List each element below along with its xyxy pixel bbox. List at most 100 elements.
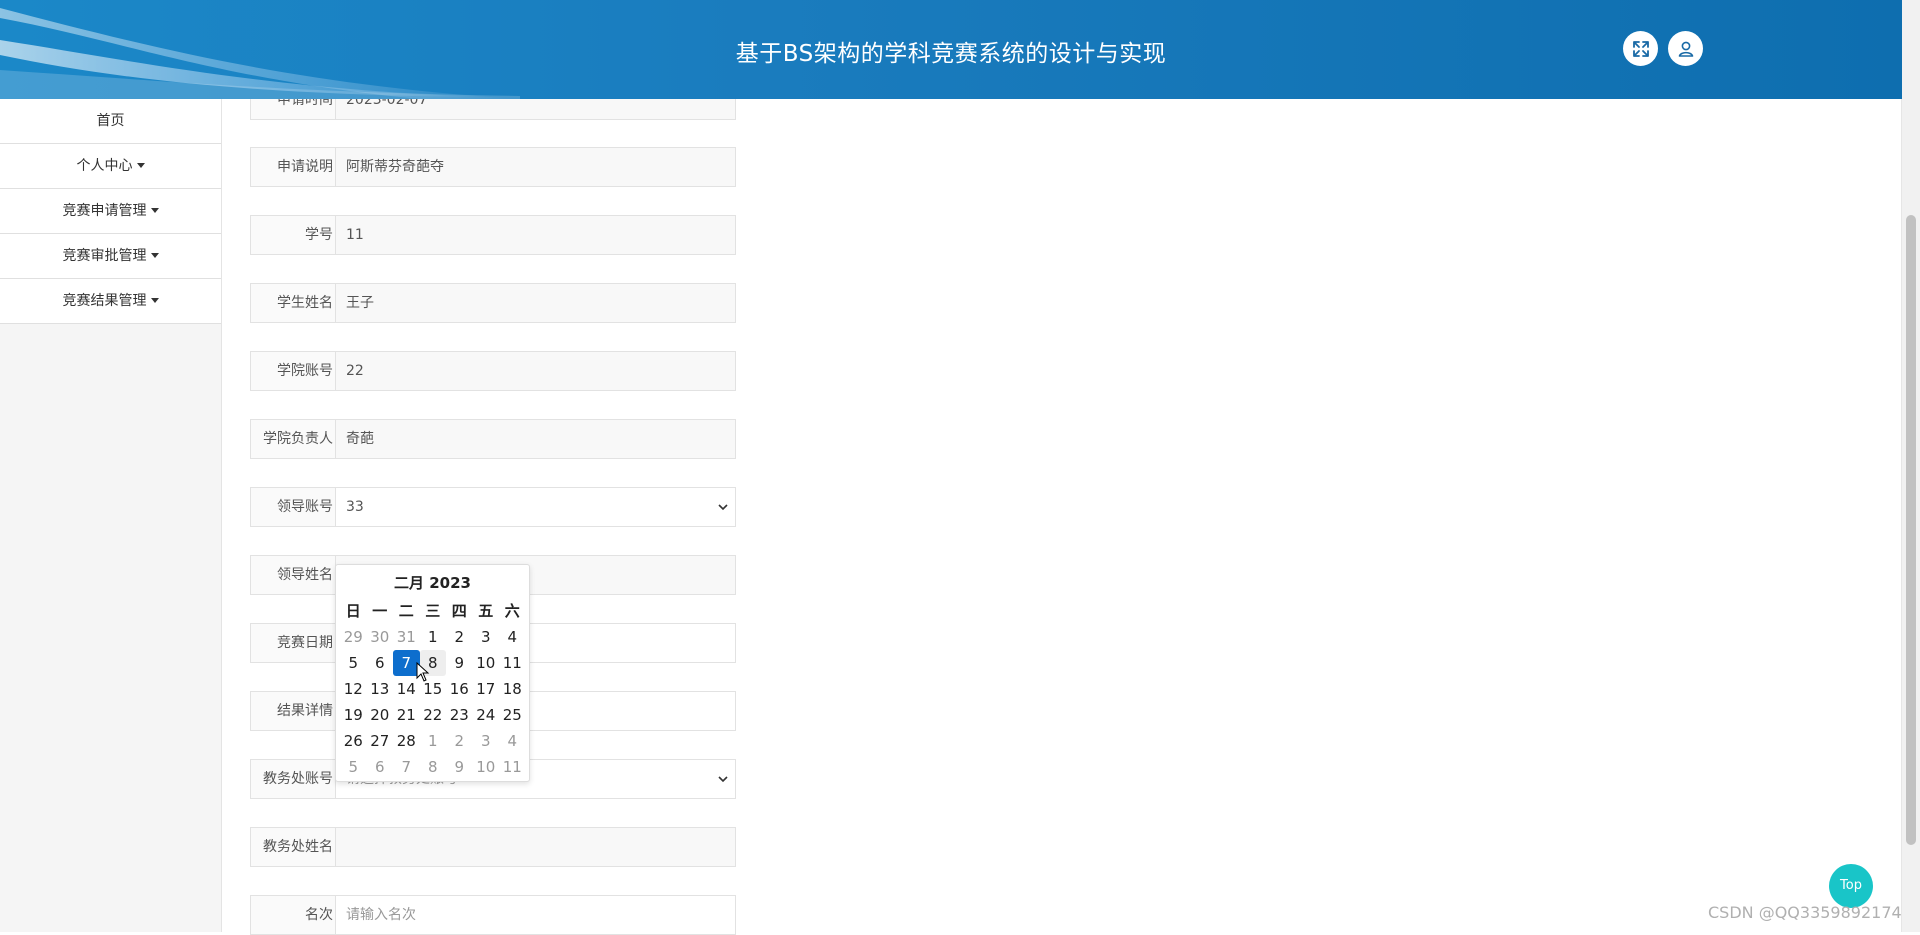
calendar-day[interactable]: 4 [499, 624, 526, 650]
select-value: 33 [346, 499, 364, 515]
sidebar-item-contest-approval[interactable]: 竞赛审批管理 [0, 234, 221, 279]
calendar-day[interactable]: 18 [499, 676, 526, 702]
calendar-day[interactable]: 31 [393, 624, 420, 650]
calendar-day[interactable]: 6 [367, 754, 394, 780]
field-label: 学院负责人 [251, 420, 336, 458]
weekday-header: 二 [398, 602, 414, 620]
user-icon [1678, 41, 1693, 57]
weekday-header: 六 [504, 602, 520, 620]
caret-down-icon [150, 297, 159, 303]
calendar-day[interactable]: 9 [446, 650, 473, 676]
form-row-leader-account: 领导账号 33 [250, 487, 736, 527]
calendar-day[interactable]: 2 [446, 728, 473, 754]
calendar-day[interactable]: 30 [367, 624, 394, 650]
form-row-student-name: 学生姓名 王子 [250, 283, 736, 323]
calendar-day[interactable]: 3 [473, 728, 500, 754]
calendar-day[interactable]: 29 [340, 624, 367, 650]
app-title: 基于BS架构的学科竞赛系统的设计与实现 [735, 41, 1167, 67]
field-label: 竞赛日期 [251, 624, 336, 662]
field-label: 结果详情 [251, 692, 336, 730]
weekday-header: 一 [372, 602, 388, 620]
caret-down-icon [150, 207, 159, 213]
datepicker-month-label[interactable]: 二月 2023 [336, 572, 529, 594]
sidebar-item-home[interactable]: 首页 [0, 99, 221, 144]
calendar-day[interactable]: 11 [499, 754, 526, 780]
form-row-apply-desc: 申请说明 阿斯蒂芬奇葩夺 [250, 147, 736, 187]
calendar-day[interactable]: 3 [473, 624, 500, 650]
calendar-day[interactable]: 7 [393, 754, 420, 780]
sidebar-item-label: 个人中心 [76, 158, 133, 174]
affairs-name-input[interactable] [336, 828, 735, 866]
field-label: 学号 [251, 216, 336, 254]
calendar-day[interactable]: 2 [446, 624, 473, 650]
rank-input[interactable]: 请输入名次 [336, 896, 735, 934]
weekday-header: 四 [451, 602, 467, 620]
field-label: 教务处账号 [251, 760, 336, 798]
sidebar-item-label: 竞赛申请管理 [62, 203, 147, 219]
caret-down-icon [150, 252, 159, 258]
calendar-day[interactable]: 28 [393, 728, 420, 754]
calendar-day[interactable]: 10 [473, 650, 500, 676]
sidebar-item-label: 竞赛结果管理 [62, 293, 147, 309]
calendar-day[interactable]: 11 [499, 650, 526, 676]
scrollbar-thumb[interactable] [1906, 215, 1916, 845]
calendar-day[interactable]: 8 [420, 754, 447, 780]
sidebar-item-contest-application[interactable]: 竞赛申请管理 [0, 189, 221, 234]
fullscreen-button[interactable] [1623, 31, 1658, 66]
student-name-input[interactable]: 王子 [336, 284, 735, 322]
leader-account-select[interactable]: 33 [336, 488, 735, 526]
form-row-college-account: 学院账号 22 [250, 351, 736, 391]
apply-desc-input[interactable]: 阿斯蒂芬奇葩夺 [336, 148, 735, 186]
calendar-day[interactable]: 5 [340, 754, 367, 780]
sidebar: 首页 个人中心 竞赛申请管理 竞赛审批管理 竞赛结果管理 [0, 99, 222, 932]
college-head-input[interactable]: 奇葩 [336, 420, 735, 458]
form-row-student-id: 学号 11 [250, 215, 736, 255]
sidebar-item-label: 首页 [96, 113, 125, 129]
calendar-day[interactable]: 17 [473, 676, 500, 702]
calendar-day[interactable]: 21 [393, 702, 420, 728]
calendar-day[interactable]: 5 [340, 650, 367, 676]
calendar-day[interactable]: 16 [446, 676, 473, 702]
weekday-header: 五 [478, 602, 494, 620]
calendar-day[interactable]: 12 [340, 676, 367, 702]
page-scrollbar[interactable] [1901, 0, 1920, 932]
student-id-input[interactable]: 11 [336, 216, 735, 254]
field-label: 名次 [251, 896, 336, 934]
weekday-header: 日 [345, 602, 361, 620]
calendar-day[interactable]: 23 [446, 702, 473, 728]
chevron-down-icon [718, 776, 728, 783]
weekday-header: 三 [425, 602, 441, 620]
calendar-day[interactable]: 4 [499, 728, 526, 754]
calendar-day[interactable]: 13 [367, 676, 394, 702]
sidebar-item-label: 竞赛审批管理 [62, 248, 147, 264]
form-row-rank: 名次 请输入名次 [250, 895, 736, 935]
field-label: 学生姓名 [251, 284, 336, 322]
field-label: 申请说明 [251, 148, 336, 186]
mouse-cursor-icon [416, 662, 430, 682]
calendar-day[interactable]: 6 [367, 650, 394, 676]
form-row-college-head: 学院负责人 奇葩 [250, 419, 736, 459]
field-label: 领导账号 [251, 488, 336, 526]
calendar-day[interactable]: 25 [499, 702, 526, 728]
app-header: 基于BS架构的学科竞赛系统的设计与实现 [0, 0, 1902, 99]
calendar-day[interactable]: 1 [420, 728, 447, 754]
calendar-day[interactable]: 1 [420, 624, 447, 650]
calendar-day[interactable]: 19 [340, 702, 367, 728]
calendar-day[interactable]: 24 [473, 702, 500, 728]
calendar-day[interactable]: 9 [446, 754, 473, 780]
back-to-top-button[interactable]: Top [1829, 864, 1873, 908]
form-row-affairs-name: 教务处姓名 [250, 827, 736, 867]
datepicker-popup: 二月 2023 日一二三四五六 29 30 31 1 2 3 4 5 6 7 8 9 10 11 12 13 14… [335, 564, 530, 782]
college-account-input[interactable]: 22 [336, 352, 735, 390]
calendar-day[interactable]: 10 [473, 754, 500, 780]
calendar-day[interactable]: 26 [340, 728, 367, 754]
user-button[interactable] [1668, 31, 1703, 66]
caret-down-icon [136, 162, 145, 168]
field-label: 教务处姓名 [251, 828, 336, 866]
field-label: 学院账号 [251, 352, 336, 390]
sidebar-item-contest-results[interactable]: 竞赛结果管理 [0, 279, 221, 324]
calendar-day[interactable]: 27 [367, 728, 394, 754]
sidebar-item-personal-center[interactable]: 个人中心 [0, 144, 221, 189]
calendar-day[interactable]: 20 [367, 702, 394, 728]
calendar-day[interactable]: 22 [420, 702, 447, 728]
